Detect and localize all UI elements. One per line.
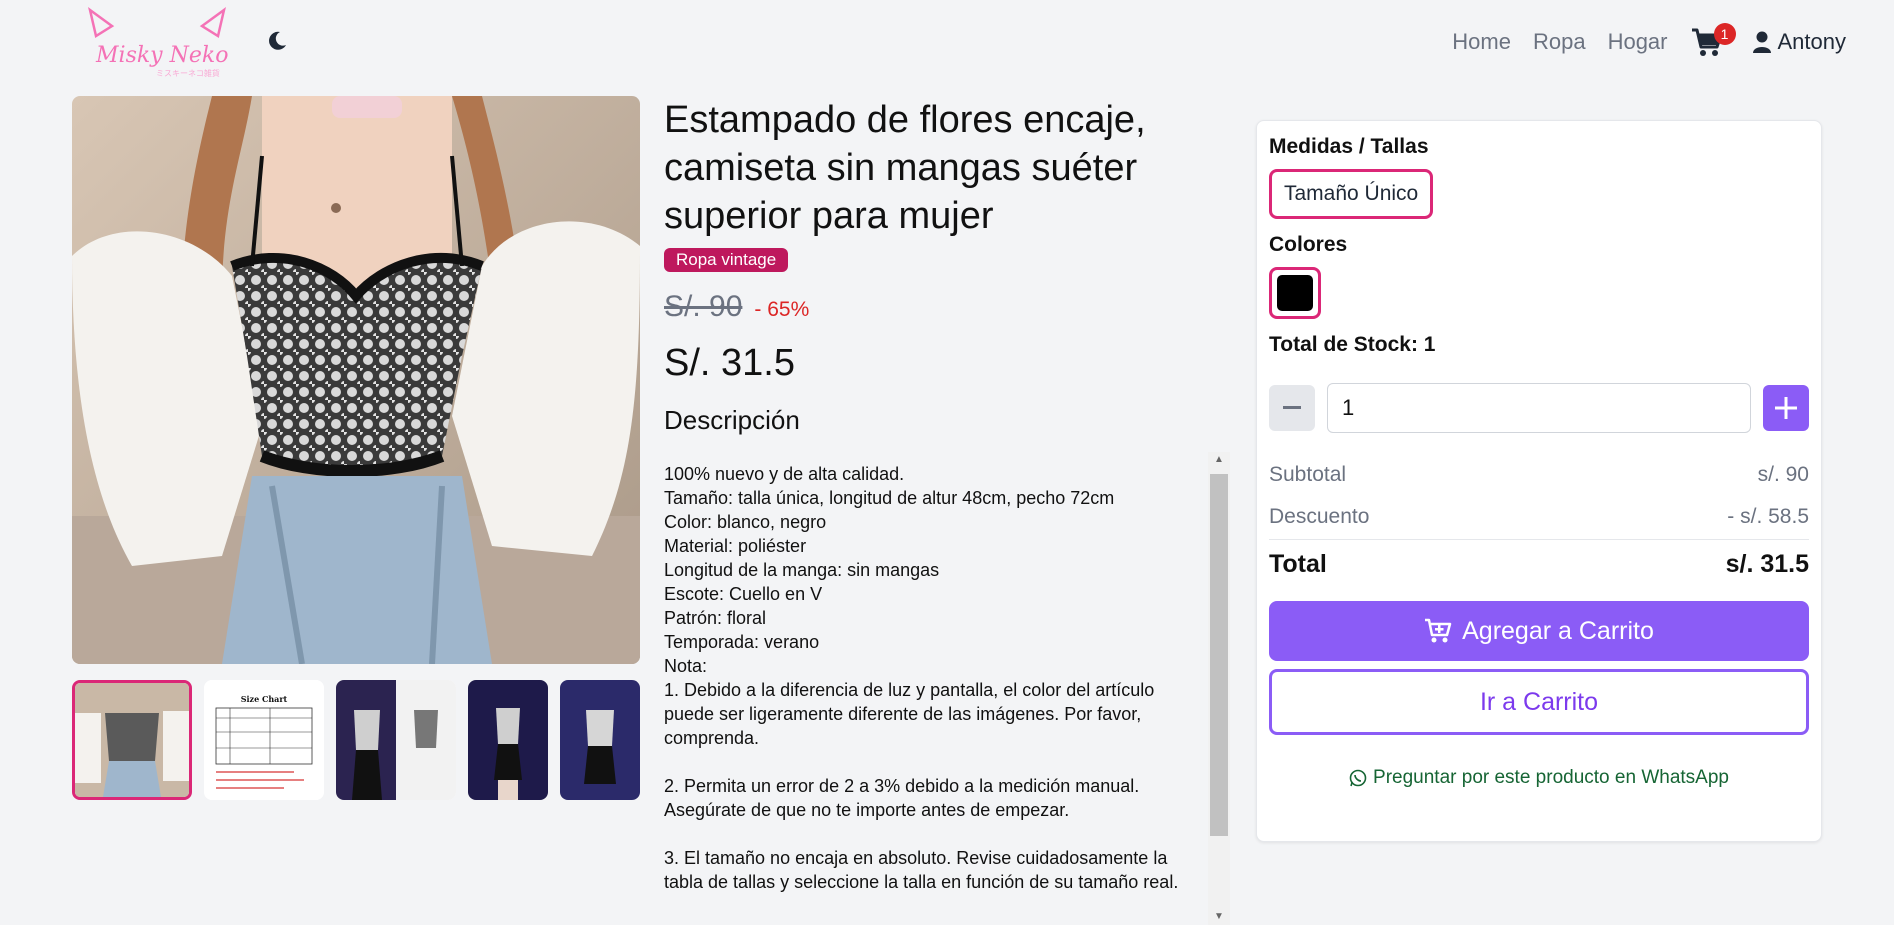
current-price: S/. 31.5 — [664, 342, 795, 384]
scroll-thumb[interactable] — [1210, 474, 1228, 836]
thumbnail-strip: Size Chart — [72, 680, 640, 805]
thumbnail-5[interactable] — [560, 680, 640, 800]
colors-label: Colores — [1269, 233, 1348, 256]
sizes-label: Medidas / Tallas — [1269, 135, 1429, 158]
minus-icon — [1283, 406, 1301, 409]
category-tag[interactable]: Ropa vintage — [664, 248, 789, 272]
scroll-down-arrow-icon[interactable]: ▼ — [1213, 911, 1225, 923]
description-text: 100% nuevo y de alta calidad. Tamaño: ta… — [664, 464, 1179, 892]
product-title: Estampado de flores encaje, camiseta sin… — [664, 99, 1146, 237]
purchase-panel: Medidas / Tallas Tamaño Único Colores To… — [1256, 120, 1822, 842]
old-price-row: S/. 90 - 65% — [664, 290, 1230, 324]
whatsapp-icon — [1349, 769, 1367, 787]
scroll-up-arrow-icon[interactable]: ▲ — [1213, 454, 1225, 466]
user-menu[interactable]: Antony — [1752, 29, 1847, 55]
old-price: S/. 90 — [664, 290, 743, 323]
subtotal-row: Subtotal s/. 90 — [1269, 463, 1809, 487]
discount-label: Descuento — [1269, 505, 1370, 528]
plus-icon — [1775, 397, 1797, 419]
total-row: Total s/. 31.5 — [1269, 550, 1809, 579]
thumbnail-1[interactable] — [72, 680, 192, 800]
quantity-stepper — [1269, 383, 1809, 433]
subtotal-value: s/. 90 — [1757, 463, 1809, 486]
dark-mode-toggle-icon[interactable] — [266, 30, 288, 52]
svg-text:Size Chart: Size Chart — [241, 694, 288, 704]
increase-quantity-button[interactable] — [1763, 385, 1809, 431]
description-title: Descripción — [664, 405, 800, 435]
logo-text: Misky Neko — [95, 43, 228, 68]
nav-link-hogar[interactable]: Hogar — [1608, 29, 1668, 55]
discount-value: - s/. 58.5 — [1727, 505, 1809, 528]
description-scrollbar[interactable]: ▲ ▼ — [1208, 452, 1230, 925]
add-to-cart-label: Agregar a Carrito — [1462, 616, 1654, 645]
thumbnail-2-size-chart[interactable]: Size Chart — [204, 680, 324, 800]
whatsapp-label: Preguntar por este producto en WhatsApp — [1373, 767, 1729, 788]
total-value: s/. 31.5 — [1725, 550, 1809, 578]
size-option[interactable]: Tamaño Único — [1269, 169, 1434, 219]
svg-text:ミスキーネコ雑貨: ミスキーネコ雑貨 — [156, 68, 220, 78]
product-info: Estampado de flores encaje, camiseta sin… — [664, 96, 1230, 436]
add-to-cart-button[interactable]: Agregar a Carrito — [1269, 601, 1809, 661]
nav-link-ropa[interactable]: Ropa — [1533, 29, 1586, 55]
nav-link-home[interactable]: Home — [1452, 29, 1511, 55]
discount-row: Descuento - s/. 58.5 — [1269, 505, 1809, 540]
nav-links: Home Ropa Hogar 1 Antony — [1452, 23, 1847, 60]
go-to-cart-button[interactable]: Ir a Carrito — [1269, 669, 1809, 735]
user-name: Antony — [1777, 29, 1847, 54]
cart-button[interactable]: 1 — [1690, 23, 1736, 59]
subtotal-label: Subtotal — [1269, 463, 1347, 486]
stock-total: Total de Stock: 1 — [1269, 333, 1436, 356]
thumbnail-4[interactable] — [468, 680, 548, 800]
user-icon — [1752, 31, 1771, 53]
total-label: Total — [1269, 550, 1327, 578]
discount-percent: - 65% — [754, 298, 810, 321]
quantity-input[interactable] — [1327, 383, 1751, 433]
cart-plus-icon — [1425, 618, 1452, 643]
color-option[interactable] — [1269, 267, 1321, 319]
navbar: Misky Neko ミスキーネコ雑貨 Home Ropa Hogar 1 An… — [0, 0, 1894, 88]
thumbnail-3[interactable] — [336, 680, 456, 800]
product-main-image[interactable] — [72, 96, 640, 664]
description-scroll-area[interactable]: 100% nuevo y de alta calidad. Tamaño: ta… — [664, 452, 1230, 925]
decrease-quantity-button[interactable] — [1269, 385, 1315, 431]
color-swatch-black — [1277, 275, 1313, 311]
cart-count-badge: 1 — [1713, 23, 1736, 45]
logo[interactable]: Misky Neko ミスキーネコ雑貨 — [86, 6, 228, 80]
whatsapp-link[interactable]: Preguntar por este producto en WhatsApp — [1269, 767, 1809, 789]
